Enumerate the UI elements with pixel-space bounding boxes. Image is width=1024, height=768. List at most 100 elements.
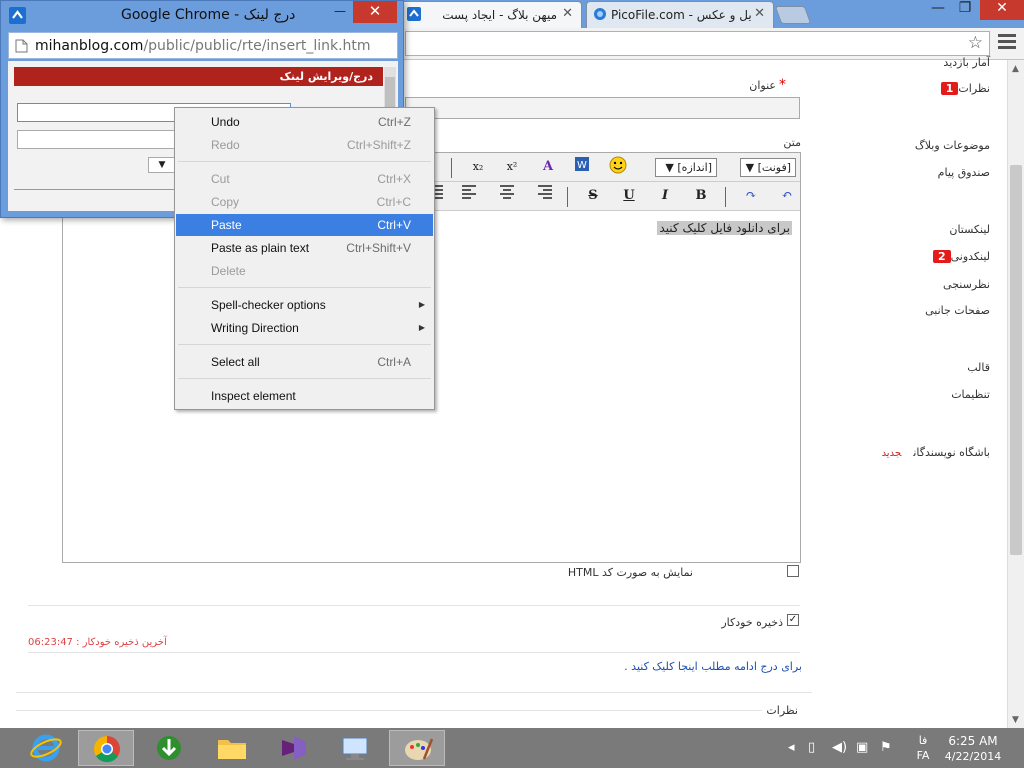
sidebar-item-links[interactable]: لینکستان	[949, 223, 990, 236]
popup-header: درج/ویرایش لینک	[14, 67, 383, 86]
link-target-select[interactable]: ▼	[148, 157, 176, 173]
menu-item-paste[interactable]: Paste Ctrl+V	[176, 214, 433, 236]
scroll-down-icon[interactable]: ▼	[1012, 715, 1019, 725]
new-tab-button[interactable]	[774, 6, 812, 24]
continue-reading-link[interactable]: برای درج ادامه مطلب اینجا کلیک کنید .	[624, 660, 802, 673]
popup-url-text: mihanblog.com/public/public/rte/insert_l…	[35, 38, 371, 54]
sidebar-item-linkdooni[interactable]: لینکدونی2	[927, 250, 990, 263]
minimize-button[interactable]: —	[924, 0, 952, 20]
editor-content[interactable]: برای دانلود فایل کلیک کنید	[657, 221, 792, 235]
font-select[interactable]: [فونت] ▼	[740, 158, 796, 177]
autosave-checkbox[interactable]: ✓	[787, 614, 799, 626]
close-button[interactable]: ✕	[980, 0, 1024, 20]
menu-item-paste-plain[interactable]: Paste as plain text Ctrl+Shift+V	[176, 237, 433, 259]
tab-picofile[interactable]: PicoFile.com - آپلود فایل و عکس ✕	[586, 1, 774, 28]
smiley-icon[interactable]	[607, 156, 629, 178]
scrollbar-thumb[interactable]	[1010, 165, 1022, 555]
context-menu: Undo Ctrl+Z Redo Ctrl+Shift+Z Cut Ctrl+X Co…	[174, 107, 435, 410]
menu-item-select-all[interactable]: Select all Ctrl+A	[176, 351, 433, 373]
volume-icon[interactable]: ◀)	[832, 740, 847, 755]
sidebar: آمار بازدید نظرات1 موضوعات وبلاگ صندوق پ…	[808, 56, 1008, 728]
control-panel-icon[interactable]	[327, 730, 383, 766]
word-paste-icon[interactable]: W	[571, 156, 593, 178]
menu-separator	[178, 344, 431, 345]
align-center-icon[interactable]	[496, 185, 518, 207]
text-color-icon[interactable]: A	[537, 156, 559, 178]
internet-download-manager-icon[interactable]	[141, 730, 197, 766]
paint-icon[interactable]	[389, 730, 445, 766]
visual-studio-icon[interactable]	[266, 730, 322, 766]
new-badge: جدید	[881, 448, 902, 459]
submenu-arrow-icon: ▶	[418, 300, 425, 309]
tab-close-icon[interactable]: ✕	[754, 6, 765, 21]
menu-item-redo[interactable]: Redo Ctrl+Shift+Z	[176, 134, 433, 156]
menu-item-delete[interactable]: Delete	[176, 260, 433, 282]
menu-separator	[178, 287, 431, 288]
maximize-button[interactable]: ❐	[952, 0, 978, 20]
autosave-label: ذخیره خودکار	[721, 616, 783, 629]
menu-item-inspect[interactable]: Inspect element	[176, 385, 433, 407]
svg-text:W: W	[577, 160, 587, 171]
sidebar-item-template[interactable]: قالب	[967, 361, 990, 374]
popup-minimize-button[interactable]: —	[334, 4, 348, 18]
strikethrough-icon[interactable]: S	[582, 185, 604, 207]
text-label: متن	[783, 136, 801, 149]
page-scrollbar[interactable]: ▲ ▼	[1007, 60, 1024, 728]
sidebar-item-comments[interactable]: نظرات1	[935, 82, 990, 95]
sidebar-item-topics[interactable]: موضوعات وبلاگ	[915, 139, 990, 152]
sidebar-item-stats[interactable]: آمار بازدید	[943, 56, 990, 69]
file-explorer-icon[interactable]	[204, 730, 260, 766]
divider	[16, 710, 762, 711]
taskbar: ◂ ▯ ◀) ▣ ⚑ فا FA 6:25 AM 4/22/2014	[0, 728, 1024, 768]
menu-separator	[178, 161, 431, 162]
tab-title: میهن بلاگ - ایجاد پست	[442, 8, 557, 22]
menu-item-writing-direction[interactable]: Writing Direction ▶	[176, 317, 433, 339]
submenu-arrow-icon: ▶	[418, 323, 425, 332]
sidebar-item-settings[interactable]: تنظیمات	[951, 388, 990, 401]
align-right-icon[interactable]	[534, 185, 556, 207]
html-mode-label: نمایش به صورت کد HTML	[567, 566, 693, 579]
network-icon[interactable]: ▣	[856, 740, 868, 755]
menu-item-copy[interactable]: Copy Ctrl+C	[176, 191, 433, 213]
star-icon[interactable]: ☆	[968, 33, 983, 53]
menu-item-cut[interactable]: Cut Ctrl+X	[176, 168, 433, 190]
menu-item-spellchecker[interactable]: Spell-checker options ▶	[176, 294, 433, 316]
battery-icon[interactable]: ▯	[808, 740, 815, 755]
input-language-indicator[interactable]: فا FA	[913, 733, 933, 763]
hamburger-icon[interactable]	[998, 34, 1016, 50]
sidebar-item-polls[interactable]: نظرسنجی	[943, 278, 990, 291]
show-hidden-icons-icon[interactable]: ◂	[788, 740, 795, 755]
tab-close-icon[interactable]: ✕	[562, 6, 573, 21]
superscript-icon[interactable]: x²	[501, 156, 523, 178]
bold-icon[interactable]: B	[690, 185, 712, 207]
sidebar-item-inbox[interactable]: صندوق پیام	[938, 166, 990, 179]
required-icon: *	[779, 77, 786, 93]
linkdooni-count-badge: 2	[932, 250, 951, 263]
tab-title: PicoFile.com - آپلود فایل و عکس	[611, 8, 751, 22]
address-bar[interactable]: ☆	[405, 31, 990, 56]
tab-create-post[interactable]: میهن بلاگ - ایجاد پست ✕	[400, 1, 582, 28]
picofile-favicon-icon	[594, 8, 606, 20]
chrome-icon[interactable]	[78, 730, 134, 766]
italic-icon[interactable]: I	[654, 185, 676, 207]
popup-url-bar[interactable]: mihanblog.com/public/public/rte/insert_l…	[8, 32, 398, 59]
scroll-up-icon[interactable]: ▲	[1012, 64, 1019, 74]
underline-icon[interactable]: U	[618, 185, 640, 207]
sidebar-item-pages[interactable]: صفحات جانبی	[925, 304, 990, 317]
popup-close-button[interactable]: ✕	[353, 1, 397, 23]
popup-title: درج لینک - Google Chrome	[121, 7, 296, 23]
subscript-icon[interactable]: x₂	[467, 156, 489, 178]
internet-explorer-icon[interactable]	[18, 730, 74, 766]
size-select[interactable]: [اندازه] ▼	[655, 158, 717, 177]
sidebar-item-writers-club[interactable]: باشگاه نویسندگانجدید	[882, 446, 990, 459]
page-icon	[15, 39, 28, 53]
html-mode-checkbox[interactable]	[787, 565, 799, 577]
undo-icon[interactable]: ↶	[776, 185, 798, 207]
action-center-flag-icon[interactable]: ⚑	[880, 740, 892, 755]
redo-icon[interactable]: ↷	[740, 185, 762, 207]
divider	[16, 692, 812, 693]
title-input[interactable]	[405, 97, 800, 119]
menu-item-undo[interactable]: Undo Ctrl+Z	[176, 111, 433, 133]
system-clock[interactable]: 6:25 AM 4/22/2014	[941, 733, 1005, 765]
align-left-icon[interactable]	[458, 185, 480, 207]
